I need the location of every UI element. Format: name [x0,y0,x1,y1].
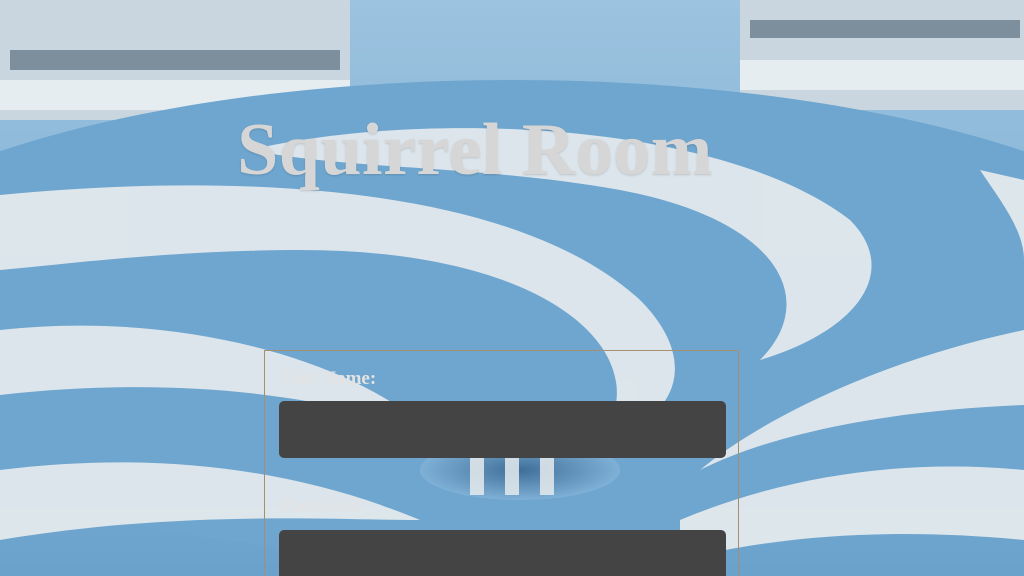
password-input[interactable] [279,530,726,576]
login-form: User Name: Password: [264,350,739,576]
username-label: User Name: [280,368,377,389]
username-input[interactable] [279,401,726,458]
password-label: Password: [280,496,365,517]
page-title: Squirrel Room [237,109,713,191]
